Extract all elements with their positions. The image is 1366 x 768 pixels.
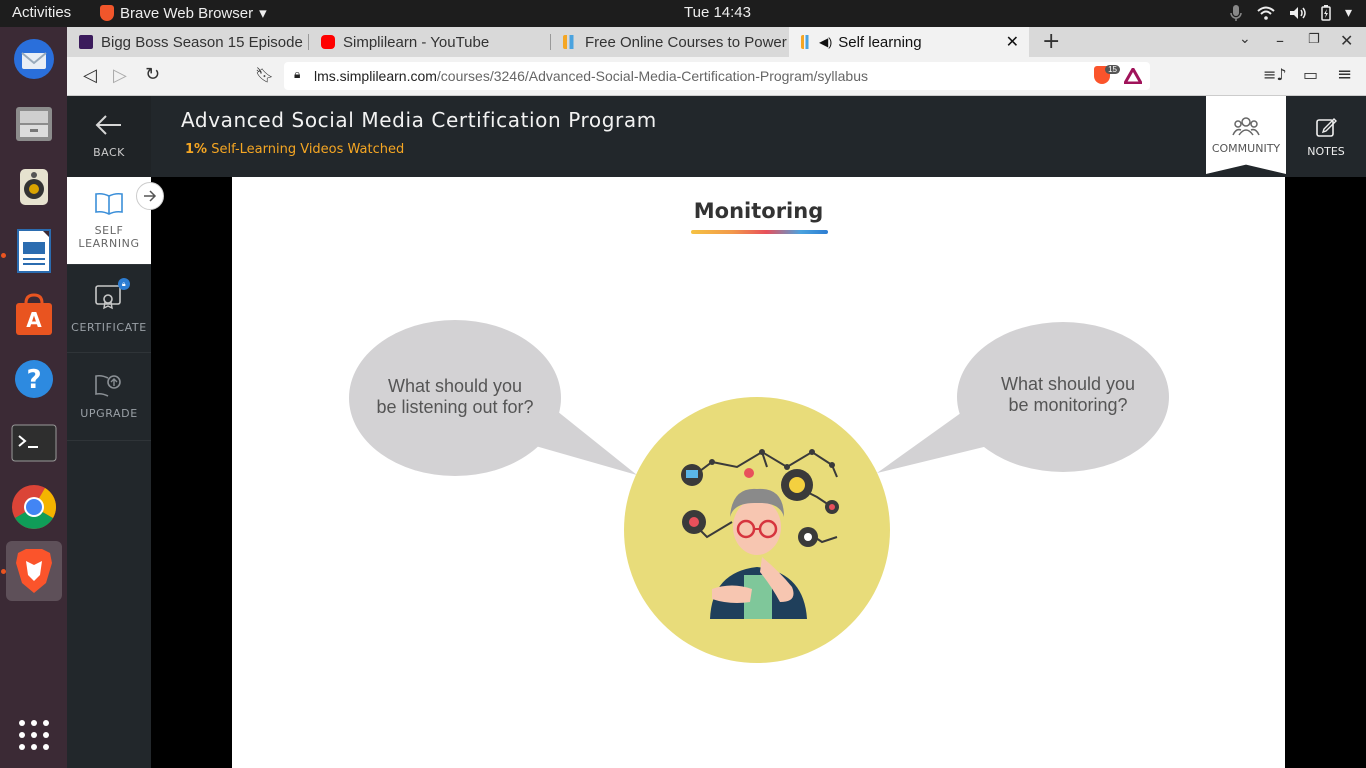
- close-window-button[interactable]: ✕: [1340, 31, 1353, 50]
- progress-status: 1% Self-Learning Videos Watched: [185, 142, 404, 157]
- activities-button[interactable]: Activities: [12, 4, 71, 21]
- left-rail: SELF LEARNING 🔒︎ CERTIFICATE UPGRADE: [67, 177, 151, 768]
- progress-percent: 1%: [185, 142, 208, 157]
- upgrade-icon: [95, 374, 121, 397]
- tab-bigg-boss[interactable]: Bigg Boss Season 15 Episode: [67, 27, 307, 57]
- help-icon[interactable]: ?: [6, 351, 62, 407]
- community-label: COMMUNITY: [1211, 141, 1281, 155]
- wallet-icon[interactable]: ▭: [1303, 65, 1318, 84]
- voot-icon: [79, 35, 93, 49]
- clock[interactable]: Tue 14:43: [684, 4, 751, 21]
- new-tab-button[interactable]: +: [1042, 29, 1060, 54]
- course-header: BACK Advanced Social Media Certification…: [67, 96, 1366, 177]
- url-path: /courses/3246/Advanced-Social-Media-Cert…: [436, 68, 869, 84]
- tab-label: Self learning: [838, 33, 922, 51]
- video-slide[interactable]: Monitoring What should you be listening …: [232, 177, 1285, 768]
- ubuntu-software-icon[interactable]: A: [6, 287, 62, 343]
- menu-icon[interactable]: ≡: [1337, 64, 1352, 85]
- svg-text:A: A: [26, 308, 42, 332]
- app-menu[interactable]: Brave Web Browser ▾: [100, 4, 267, 22]
- course-title: Advanced Social Media Certification Prog…: [181, 108, 657, 132]
- thunderbird-icon[interactable]: [6, 31, 62, 87]
- right-bubble-text: What should you be monitoring?: [970, 374, 1166, 416]
- maximize-window-button[interactable]: ❐: [1308, 32, 1320, 47]
- back-label: BACK: [93, 146, 125, 159]
- microphone-icon: [1230, 5, 1242, 21]
- bubble-line: What should you: [1000, 374, 1136, 394]
- speaker-icon[interactable]: ◀): [819, 35, 832, 49]
- chrome-icon[interactable]: [6, 479, 62, 535]
- dock: A ?: [0, 27, 67, 768]
- open-book-icon: [95, 192, 123, 215]
- reload-icon[interactable]: ↻: [145, 64, 160, 85]
- svg-text:?: ?: [26, 365, 41, 395]
- forward-arrow-icon[interactable]: ▷: [113, 65, 127, 86]
- rail-upgrade[interactable]: UPGRADE: [67, 353, 151, 441]
- tab-free-online-courses[interactable]: Free Online Courses to Power: [551, 27, 787, 57]
- system-top-bar: Activities Brave Web Browser ▾ Tue 14:43…: [0, 0, 1366, 27]
- arrow-right-icon: [144, 190, 157, 202]
- libreoffice-writer-icon[interactable]: [6, 223, 62, 279]
- rail-certificate[interactable]: 🔒︎ CERTIFICATE: [67, 265, 151, 353]
- edit-notes-icon: [1316, 117, 1337, 137]
- tab-simplilearn-youtube[interactable]: Simplilearn - YouTube: [309, 27, 549, 57]
- notes-label: NOTES: [1307, 144, 1345, 158]
- community-icon: [1232, 116, 1260, 135]
- bubble-line: be listening out for?: [376, 397, 534, 417]
- rhythmbox-icon[interactable]: [6, 159, 62, 215]
- progress-label: Self-Learning Videos Watched: [211, 142, 405, 157]
- notes-button[interactable]: NOTES: [1286, 96, 1366, 177]
- app-name: Brave Web Browser: [120, 4, 254, 22]
- chevron-down-icon: ▾: [259, 5, 267, 22]
- back-button[interactable]: BACK: [67, 96, 151, 177]
- close-tab-icon[interactable]: ✕: [1006, 32, 1019, 52]
- expand-panel-button[interactable]: [136, 182, 164, 210]
- volume-icon: [1289, 7, 1306, 19]
- bubble-line: What should you: [387, 376, 523, 396]
- chevron-down-icon: ▾: [1344, 5, 1352, 21]
- wifi-icon: [1257, 6, 1275, 20]
- simplilearn-icon: [563, 35, 577, 49]
- tab-list-chevron-icon[interactable]: ⌄: [1239, 31, 1251, 47]
- back-arrow-icon: [95, 115, 121, 135]
- shields-count-badge: 15: [1105, 65, 1120, 74]
- simplilearn-icon: [801, 35, 811, 49]
- brave-browser-icon[interactable]: [6, 541, 62, 601]
- system-tray[interactable]: ▾: [1229, 4, 1352, 22]
- tab-label: Bigg Boss Season 15 Episode: [101, 33, 303, 51]
- lock-icon: 🔒︎: [294, 67, 301, 81]
- url-field[interactable]: 🔒︎ lms.simplilearn.com/courses/3246/Adva…: [284, 62, 1150, 90]
- bubble-line: be monitoring?: [1008, 395, 1128, 415]
- rail-label: SELF: [94, 223, 124, 237]
- tab-label: Free Online Courses to Power: [585, 33, 787, 51]
- brave-rewards-icon[interactable]: [1124, 68, 1142, 84]
- brave-icon: [100, 5, 114, 21]
- address-toolbar: ◁ ▷ ↻ 🔖︎ 🔒︎ lms.simplilearn.com/courses/…: [67, 57, 1366, 96]
- url-domain: lms.simplilearn.com: [314, 68, 437, 84]
- back-arrow-icon[interactable]: ◁: [83, 65, 97, 86]
- community-button[interactable]: COMMUNITY: [1206, 96, 1286, 174]
- minimize-window-button[interactable]: –: [1276, 31, 1284, 50]
- files-icon[interactable]: [6, 95, 62, 151]
- rail-label: UPGRADE: [80, 407, 138, 420]
- lock-badge-icon: 🔒︎: [118, 277, 130, 290]
- youtube-icon: [321, 35, 335, 49]
- battery-icon: [1321, 5, 1331, 21]
- left-bubble-text: What should you be listening out for?: [360, 376, 550, 418]
- bookmark-icon[interactable]: 🔖︎: [255, 66, 274, 84]
- rail-label: CERTIFICATE: [71, 320, 147, 334]
- terminal-icon[interactable]: [6, 415, 62, 471]
- tab-bar: Bigg Boss Season 15 Episode Simplilearn …: [67, 27, 1366, 57]
- tab-label: Simplilearn - YouTube: [343, 33, 490, 51]
- rail-label: LEARNING: [78, 236, 140, 250]
- show-applications-icon[interactable]: [6, 707, 62, 763]
- tab-self-learning[interactable]: ◀) Self learning ✕: [789, 27, 1029, 57]
- slide-illustration: [349, 320, 1169, 663]
- media-queue-icon[interactable]: ≡♪: [1263, 65, 1287, 84]
